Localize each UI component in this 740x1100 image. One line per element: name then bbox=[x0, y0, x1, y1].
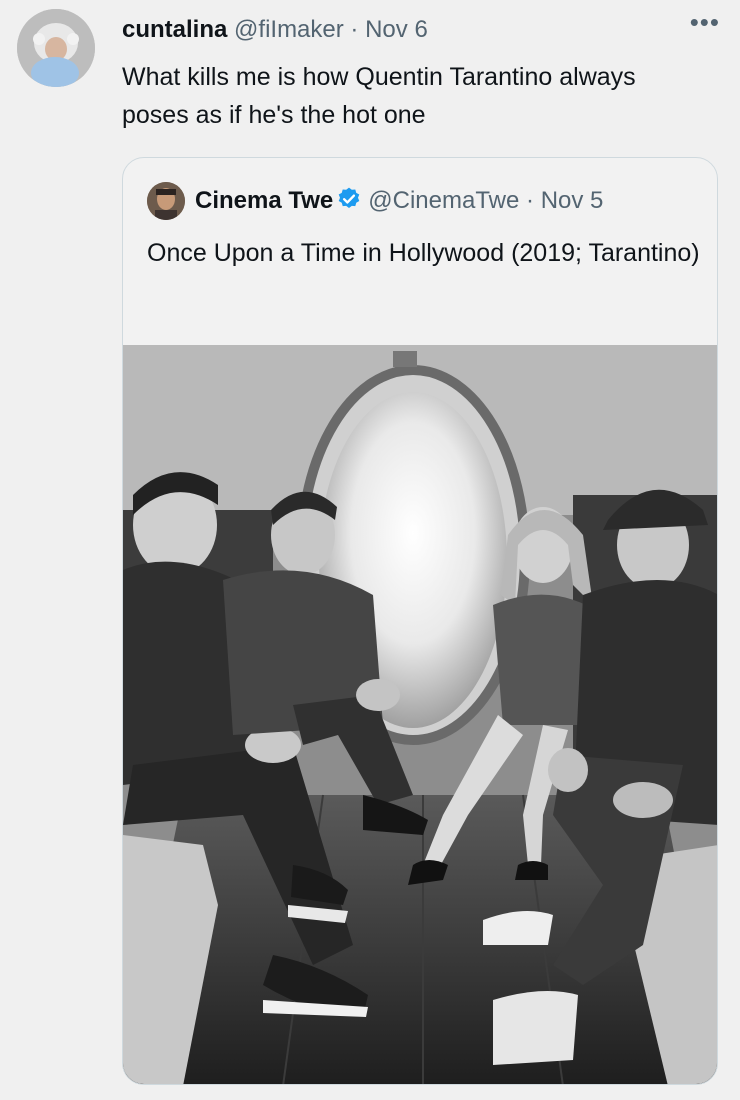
more-horizontal-icon[interactable]: ••• bbox=[690, 9, 720, 35]
quoted-date[interactable]: Nov 5 bbox=[541, 187, 604, 214]
verified-badge-icon bbox=[336, 186, 362, 221]
quoted-tweet-card[interactable]: Cinema Twe @CinemaTwe · Nov 5 Once Upon … bbox=[122, 157, 718, 1085]
quoted-header-separator: · bbox=[526, 187, 535, 214]
quoted-tweet-header: Cinema Twe @CinemaTwe · Nov 5 bbox=[195, 185, 603, 221]
author-display-name[interactable]: cuntalina bbox=[122, 16, 227, 43]
tweet-text: What kills me is how Quentin Tarantino a… bbox=[122, 63, 636, 129]
quoted-display-name[interactable]: Cinema Twe bbox=[195, 187, 333, 214]
tweet-date[interactable]: Nov 6 bbox=[365, 16, 428, 43]
quoted-author-avatar[interactable] bbox=[147, 182, 185, 220]
quoted-tweet-photo[interactable] bbox=[123, 345, 717, 1084]
author-avatar[interactable] bbox=[17, 9, 95, 87]
quoted-tweet-text: Once Upon a Time in Hollywood (2019; Tar… bbox=[147, 239, 700, 267]
author-handle[interactable]: @fiImaker bbox=[234, 16, 344, 43]
tweet-header: cuntalina @fiImaker · Nov 6 bbox=[122, 14, 720, 46]
header-separator: · bbox=[350, 16, 359, 43]
quoted-handle[interactable]: @CinemaTwe bbox=[368, 187, 519, 214]
